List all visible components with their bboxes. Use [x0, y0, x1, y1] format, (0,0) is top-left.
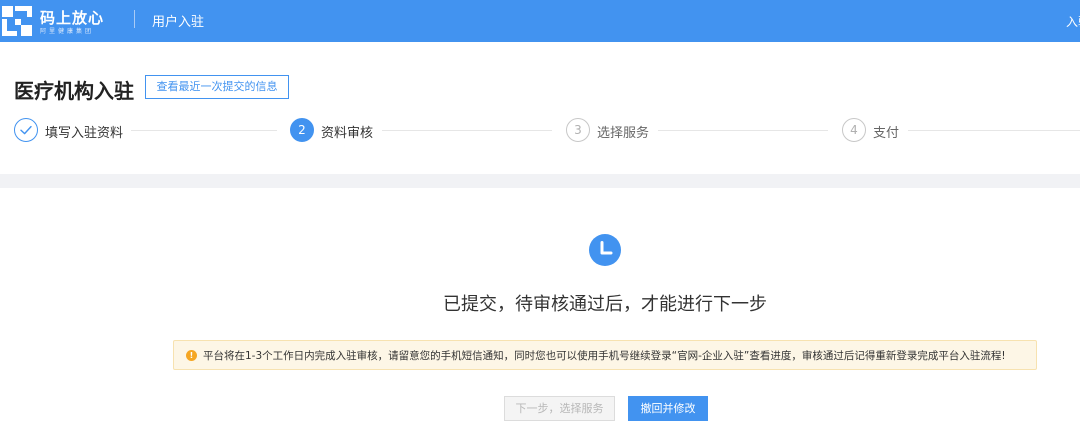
header-divider — [134, 10, 135, 28]
notice-banner: ! 平台将在1-3个工作日内完成入驻审核，请留意您的手机短信通知，同时您也可以使… — [173, 340, 1037, 370]
step-3-number: 3 — [566, 118, 590, 142]
brand-subtitle: 阿里健康集团 — [40, 28, 95, 35]
step-connector — [382, 130, 552, 131]
notice-text: 平台将在1-3个工作日内完成入驻审核，请留意您的手机短信通知，同时您也可以使用手… — [203, 350, 1006, 362]
step-4-label: 支付 — [873, 126, 900, 141]
progress-steps: 填写入驻资料 2 资料审核 3 选择服务 4 支付 — [0, 118, 1080, 144]
brand-logo-icon — [2, 6, 32, 36]
clock-icon — [589, 234, 621, 266]
step-2-label: 资料审核 — [321, 126, 374, 141]
step-4-number: 4 — [842, 118, 866, 142]
step-1-label: 填写入驻资料 — [45, 126, 124, 141]
step-connector — [908, 130, 1080, 131]
step-connector — [658, 130, 828, 131]
header-page-title: 用户入驻 — [152, 15, 205, 30]
top-bar: 码上放心 阿里健康集团 用户入驻 入驻 — [0, 0, 1080, 42]
view-last-submission-button[interactable]: 查看最近一次提交的信息 — [145, 75, 289, 99]
step-2-number: 2 — [290, 118, 314, 142]
brand-name[interactable]: 码上放心 — [40, 7, 104, 28]
section-divider-band — [0, 174, 1080, 188]
withdraw-and-edit-button[interactable]: 撤回并修改 — [628, 396, 708, 421]
header-right-link[interactable]: 入驻 — [1066, 13, 1080, 30]
step-1-check-icon — [14, 118, 38, 142]
status-message: 已提交，待审核通过后，才能进行下一步 — [443, 294, 767, 315]
step-3-label: 选择服务 — [597, 126, 650, 141]
page-title: 医疗机构入驻 — [14, 79, 134, 103]
step-connector — [131, 130, 277, 131]
warning-icon: ! — [186, 350, 197, 361]
next-step-button[interactable]: 下一步，选择服务 — [504, 396, 615, 421]
